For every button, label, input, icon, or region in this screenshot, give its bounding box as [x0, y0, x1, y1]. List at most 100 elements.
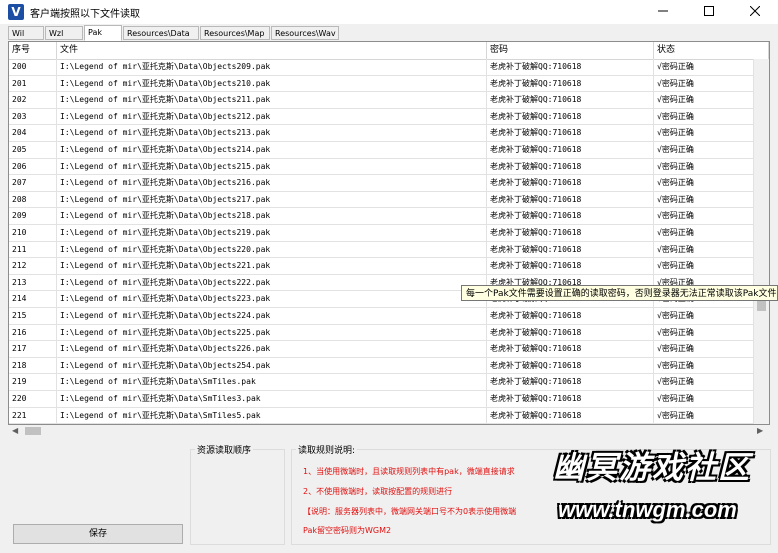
table-row[interactable]: 217 I:\Legend of mir\亚托克斯\Data\Objects226…	[9, 341, 754, 358]
table-row[interactable]: 219 I:\Legend of mir\亚托克斯\Data\SmTiles.pa…	[9, 374, 754, 391]
cell-file: I:\Legend of mir\亚托克斯\Data\Objects219.pa…	[57, 225, 487, 241]
resource-order-title: 资源读取顺序	[195, 443, 254, 456]
header-status[interactable]: 状态	[654, 42, 769, 59]
cell-status: √密码正确	[654, 191, 754, 208]
table-row[interactable]: 206 I:\Legend of mir\亚托克斯\Data\Objects215…	[9, 158, 754, 176]
cell-file: I:\Legend of mir\亚托克斯\Data\Objects254.pa…	[57, 357, 487, 374]
cell-status: √密码正确	[654, 142, 754, 158]
table-row[interactable]: 207 I:\Legend of mir\亚托克斯\Data\Objects216…	[9, 175, 754, 192]
cell-index: 210	[9, 225, 57, 241]
minimize-icon	[658, 10, 668, 12]
table-row[interactable]: 210 I:\Legend of mir\亚托克斯\Data\Objects219…	[9, 225, 754, 242]
scroll-right-icon[interactable]: ▶	[757, 425, 763, 437]
cell-index: 203	[9, 108, 57, 125]
cell-password: 老虎补丁破解QQ:710618	[487, 308, 654, 324]
cell-index: 214	[9, 291, 57, 308]
cell-file: I:\Legend of mir\亚托克斯\Data\Objects213.pa…	[57, 125, 487, 142]
cell-password: 老虎补丁破解QQ:710618	[487, 324, 654, 341]
cell-file: I:\Legend of mir\亚托克斯\Data\Objects224.pa…	[57, 308, 487, 324]
table-row[interactable]: 201 I:\Legend of mir\亚托克斯\Data\Objects210…	[9, 75, 754, 93]
table-row[interactable]: 205 I:\Legend of mir\亚托克斯\Data\Objects214…	[9, 142, 754, 159]
cell-status: √密码正确	[654, 108, 754, 125]
table-row[interactable]: 221 I:\Legend of mir\亚托克斯\Data\SmTiles5.p…	[9, 407, 754, 424]
cell-index: 217	[9, 341, 57, 358]
cell-file: I:\Legend of mir\亚托克斯\Data\Objects225.pa…	[57, 324, 487, 341]
rule-line: 2、不使用微端时，读取按配置的规则进行	[303, 487, 453, 496]
scroll-left-icon[interactable]: ◀	[12, 425, 18, 437]
cell-file: I:\Legend of mir\亚托克斯\Data\SmTiles3.pak	[57, 391, 487, 407]
cell-file: I:\Legend of mir\亚托克斯\Data\Objects214.pa…	[57, 142, 487, 158]
table-row[interactable]: 218 I:\Legend of mir\亚托克斯\Data\Objects254…	[9, 357, 754, 375]
app-icon: V	[8, 4, 24, 20]
tooltip: 每一个Pak文件需要设置正确的读取密码，否则登录器无法正常读取该Pak文件	[461, 285, 778, 301]
cell-index: 218	[9, 357, 57, 374]
tab-resources-map[interactable]: Resources\Map	[200, 26, 270, 40]
cell-status: √密码正确	[654, 225, 754, 241]
cell-status: √密码正确	[654, 241, 754, 258]
cell-password: 老虎补丁破解QQ:710618	[487, 391, 654, 407]
cell-index: 206	[9, 158, 57, 175]
cell-password: 老虎补丁破解QQ:710618	[487, 341, 654, 358]
rule-line: Pak留空密码则为WGM2	[303, 526, 392, 535]
minimize-button[interactable]	[640, 0, 686, 24]
header-file[interactable]: 文件	[57, 42, 487, 59]
cell-password: 老虎补丁破解QQ:710618	[487, 191, 654, 208]
cell-password: 老虎补丁破解QQ:710618	[487, 241, 654, 258]
cell-index: 205	[9, 142, 57, 158]
cell-file: I:\Legend of mir\亚托克斯\Data\Objects211.pa…	[57, 92, 487, 109]
cell-status: √密码正确	[654, 324, 754, 341]
cell-index: 202	[9, 92, 57, 109]
cell-password: 老虎补丁破解QQ:710618	[487, 225, 654, 241]
table-row[interactable]: 204 I:\Legend of mir\亚托克斯\Data\Objects213…	[9, 125, 754, 142]
cell-index: 216	[9, 324, 57, 341]
horizontal-scrollbar[interactable]: ◀ ▶	[9, 425, 769, 437]
maximize-button[interactable]	[686, 0, 732, 24]
cell-password: 老虎补丁破解QQ:710618	[487, 75, 654, 92]
header-index[interactable]: 序号	[9, 42, 57, 59]
cell-index: 200	[9, 59, 57, 75]
tab-resources-wav[interactable]: Resources\Wav	[271, 26, 339, 40]
horizontal-scroll-thumb[interactable]	[25, 427, 41, 435]
table-row[interactable]: 211 I:\Legend of mir\亚托克斯\Data\Objects220…	[9, 241, 754, 259]
rule-line: 1、当使用微端时，且读取规则列表中有pak，微端直接请求	[303, 467, 515, 476]
cell-file: I:\Legend of mir\亚托克斯\Data\SmTiles5.pak	[57, 407, 487, 424]
table-row[interactable]: 209 I:\Legend of mir\亚托克斯\Data\Objects218…	[9, 208, 754, 225]
cell-status: √密码正确	[654, 158, 754, 175]
cell-index: 209	[9, 208, 57, 225]
table-row[interactable]: 212 I:\Legend of mir\亚托克斯\Data\Objects221…	[9, 258, 754, 275]
cell-status: √密码正确	[654, 175, 754, 192]
cell-status: √密码正确	[654, 407, 754, 424]
cell-status: √密码正确	[654, 92, 754, 109]
resource-order-group[interactable]	[190, 449, 285, 545]
header-password[interactable]: 密码	[487, 42, 654, 59]
table-row[interactable]: 203 I:\Legend of mir\亚托克斯\Data\Objects212…	[9, 108, 754, 126]
watermark-url: www.tnwgm.com	[558, 497, 737, 522]
table-row[interactable]: 216 I:\Legend of mir\亚托克斯\Data\Objects225…	[9, 324, 754, 342]
close-button[interactable]	[732, 0, 778, 24]
tab-wil[interactable]: Wil	[8, 26, 44, 40]
window-title: 客户端按照以下文件读取	[30, 9, 140, 20]
cell-status: √密码正确	[654, 374, 754, 391]
table-row[interactable]: 220 I:\Legend of mir\亚托克斯\Data\SmTiles3.p…	[9, 391, 754, 408]
cell-password: 老虎补丁破解QQ:710618	[487, 92, 654, 109]
rule-line: 【说明：服务器列表中，微端网关端口号不为0表示使用微端	[303, 507, 517, 516]
tab-resources-data[interactable]: Resources\Data	[123, 26, 199, 40]
pak-file-table[interactable]: 序号 文件 密码 状态 200 I:\Legend of mir\亚托克斯\Dat…	[8, 41, 770, 425]
cell-status: √密码正确	[654, 208, 754, 225]
cell-status: √密码正确	[654, 357, 754, 374]
table-row[interactable]: 215 I:\Legend of mir\亚托克斯\Data\Objects224…	[9, 308, 754, 325]
table-row[interactable]: 202 I:\Legend of mir\亚托克斯\Data\Objects211…	[9, 92, 754, 109]
cell-file: I:\Legend of mir\亚托克斯\Data\SmTiles.pak	[57, 374, 487, 391]
save-button[interactable]: 保存	[13, 524, 183, 544]
tab-pak[interactable]: Pak	[84, 25, 122, 41]
cell-file: I:\Legend of mir\亚托克斯\Data\Objects218.pa…	[57, 208, 487, 225]
cell-file: I:\Legend of mir\亚托克斯\Data\Objects222.pa…	[57, 274, 487, 291]
table-row[interactable]: 208 I:\Legend of mir\亚托克斯\Data\Objects217…	[9, 191, 754, 209]
cell-password: 老虎补丁破解QQ:710618	[487, 258, 654, 275]
maximize-icon	[704, 6, 714, 16]
cell-password: 老虎补丁破解QQ:710618	[487, 357, 654, 374]
vertical-scrollbar[interactable]	[754, 59, 769, 424]
table-row[interactable]: 200 I:\Legend of mir\亚托克斯\Data\Objects209…	[9, 59, 754, 76]
tab-wzl[interactable]: Wzl	[45, 26, 83, 40]
watermark-title: 幽冥游戏社区	[553, 450, 751, 486]
